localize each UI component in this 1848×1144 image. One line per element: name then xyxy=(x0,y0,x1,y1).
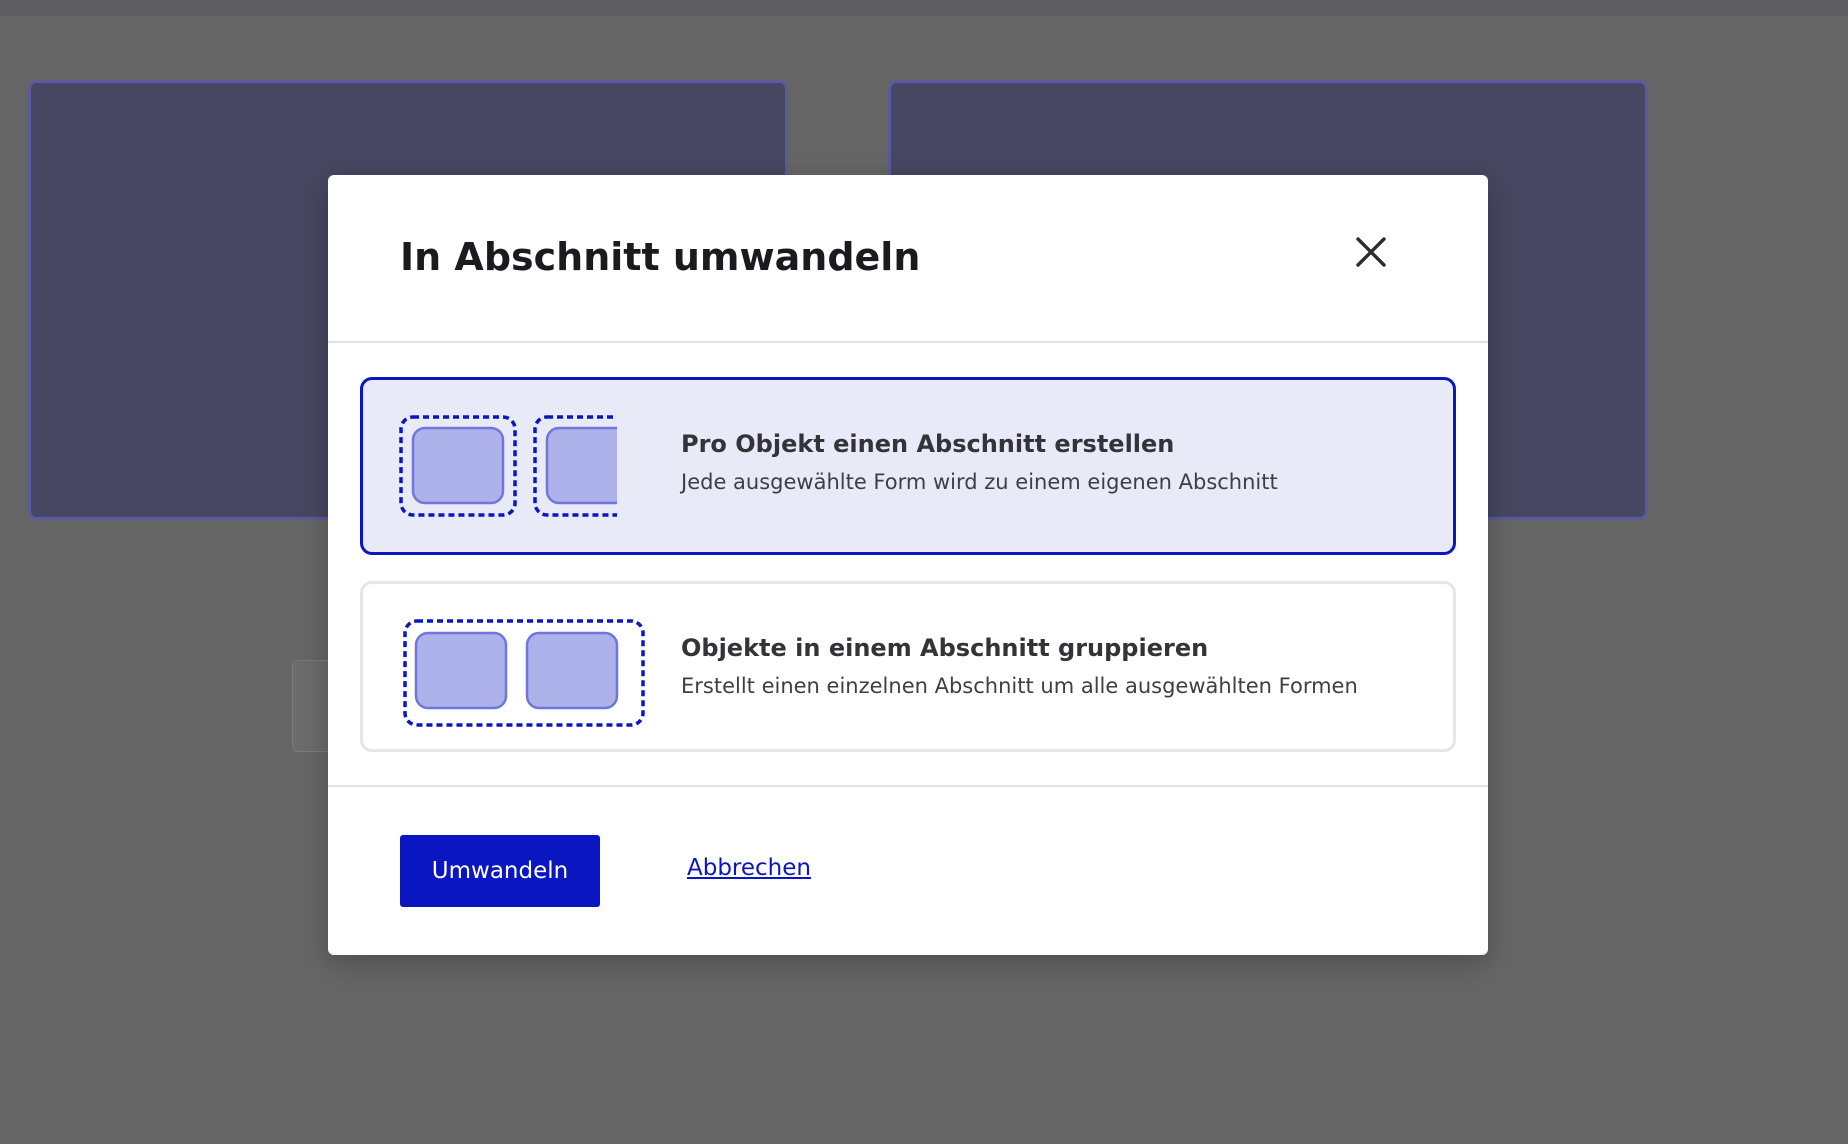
dialog-header: In Abschnitt umwandeln xyxy=(328,175,1488,343)
convert-button[interactable]: Umwandeln xyxy=(400,835,600,907)
option-title: Objekte in einem Abschnitt gruppieren xyxy=(681,634,1209,662)
top-toolbar-strip xyxy=(0,0,1848,16)
cancel-link[interactable]: Abbrechen xyxy=(687,855,811,881)
close-icon xyxy=(1356,237,1386,267)
option-text: Pro Objekt einen Abschnitt erstellen Jed… xyxy=(681,430,1278,494)
convert-to-section-dialog: In Abschnitt umwandeln Pro Objekt einen … xyxy=(328,175,1488,955)
option-description: Erstellt einen einzelnen Abschnitt um al… xyxy=(681,674,1358,698)
footer-divider xyxy=(328,785,1488,787)
option-title: Pro Objekt einen Abschnitt erstellen xyxy=(681,430,1175,458)
option-text: Objekte in einem Abschnitt gruppieren Er… xyxy=(681,634,1358,698)
close-button[interactable] xyxy=(1346,227,1396,277)
per-object-sections-icon xyxy=(399,415,617,517)
option-per-object-section[interactable]: Pro Objekt einen Abschnitt erstellen Jed… xyxy=(360,377,1456,555)
option-group-in-section[interactable]: Objekte in einem Abschnitt gruppieren Er… xyxy=(360,581,1456,752)
option-description: Jede ausgewählte Form wird zu einem eige… xyxy=(681,470,1278,494)
dialog-title: In Abschnitt umwandeln xyxy=(400,235,921,279)
group-in-section-icon xyxy=(403,619,645,727)
